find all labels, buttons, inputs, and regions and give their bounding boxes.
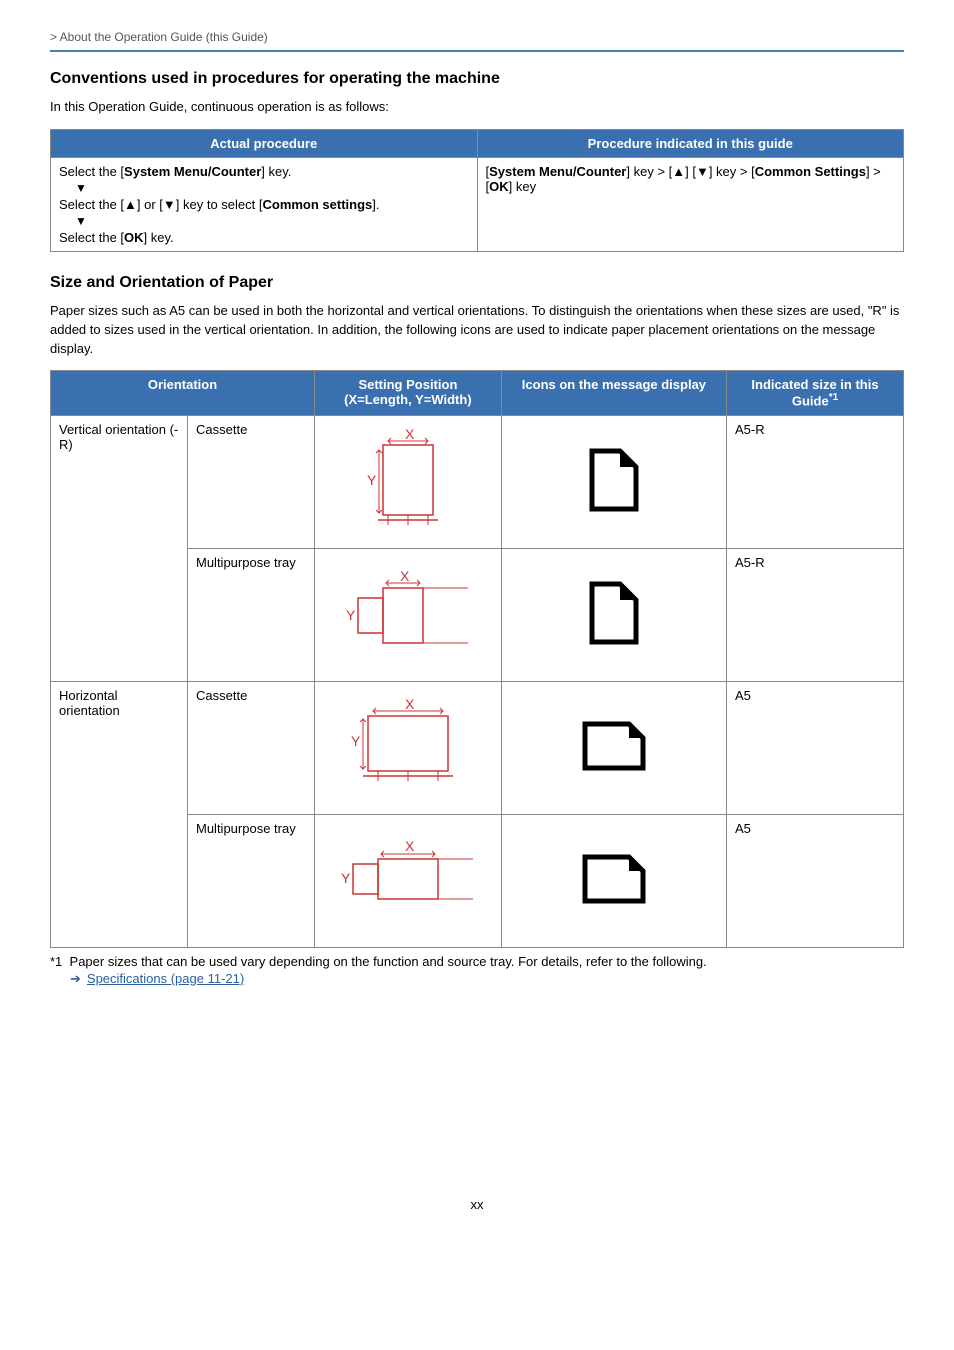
page-number: xx <box>50 1197 904 1212</box>
specifications-link[interactable]: Specifications (page 11-21) <box>87 971 244 986</box>
orient-th-orientation: Orientation <box>51 371 315 415</box>
orient-src: Multipurpose tray <box>188 814 315 947</box>
setting-position-diagram: X Y <box>315 415 502 548</box>
display-icon-portrait <box>501 548 726 681</box>
link-arrow-icon: ➔ <box>70 971 81 986</box>
setting-position-diagram: X Y <box>315 681 502 814</box>
svg-text:Y: Y <box>341 870 351 886</box>
orient-vertical-label: Vertical orientation (-R) <box>51 415 188 681</box>
svg-text:X: X <box>405 696 415 712</box>
section1-heading: Conventions used in procedures for opera… <box>50 70 904 88</box>
display-icon-landscape <box>501 814 726 947</box>
section1-intro: In this Operation Guide, continuous oper… <box>50 98 904 117</box>
orient-horizontal-label: Horizontal orientation <box>51 681 188 947</box>
orient-src: Cassette <box>188 415 315 548</box>
footnote: *1 Paper sizes that can be used vary dep… <box>50 954 904 969</box>
orientation-table: Orientation Setting Position (X=Length, … <box>50 370 904 947</box>
orient-th-setting: Setting Position (X=Length, Y=Width) <box>315 371 502 415</box>
orient-src: Multipurpose tray <box>188 548 315 681</box>
indicated-size: A5 <box>727 814 904 947</box>
indicated-size: A5-R <box>727 548 904 681</box>
proc-indicated-cell: [System Menu/Counter] key > [▲] [▼] key … <box>477 157 904 251</box>
breadcrumb: > About the Operation Guide (this Guide) <box>50 30 904 50</box>
display-icon-portrait <box>501 415 726 548</box>
svg-text:Y: Y <box>346 607 356 623</box>
svg-text:Y: Y <box>351 733 361 749</box>
setting-position-diagram: X Y <box>315 814 502 947</box>
proc-th-indicated: Procedure indicated in this guide <box>477 129 904 157</box>
proc-actual-cell: Select the [System Menu/Counter] key. ▼ … <box>51 157 478 251</box>
proc-th-actual: Actual procedure <box>51 129 478 157</box>
indicated-size: A5-R <box>727 415 904 548</box>
procedure-table: Actual procedure Procedure indicated in … <box>50 129 904 252</box>
divider <box>50 50 904 52</box>
spec-link-row: ➔ Specifications (page 11-21) <box>50 971 904 987</box>
indicated-size: A5 <box>727 681 904 814</box>
section2-heading: Size and Orientation of Paper <box>50 274 904 292</box>
orient-src: Cassette <box>188 681 315 814</box>
down-arrow-icon: ▼ <box>75 214 469 228</box>
setting-position-diagram: X Y <box>315 548 502 681</box>
display-icon-landscape <box>501 681 726 814</box>
section2-intro: Paper sizes such as A5 can be used in bo… <box>50 302 904 359</box>
orient-th-size: Indicated size in this Guide*1 <box>727 371 904 415</box>
svg-text:Y: Y <box>367 472 377 488</box>
svg-text:X: X <box>405 426 415 442</box>
orient-th-icons: Icons on the message display <box>501 371 726 415</box>
svg-text:X: X <box>400 568 410 584</box>
down-arrow-icon: ▼ <box>75 181 469 195</box>
svg-text:X: X <box>405 838 415 854</box>
